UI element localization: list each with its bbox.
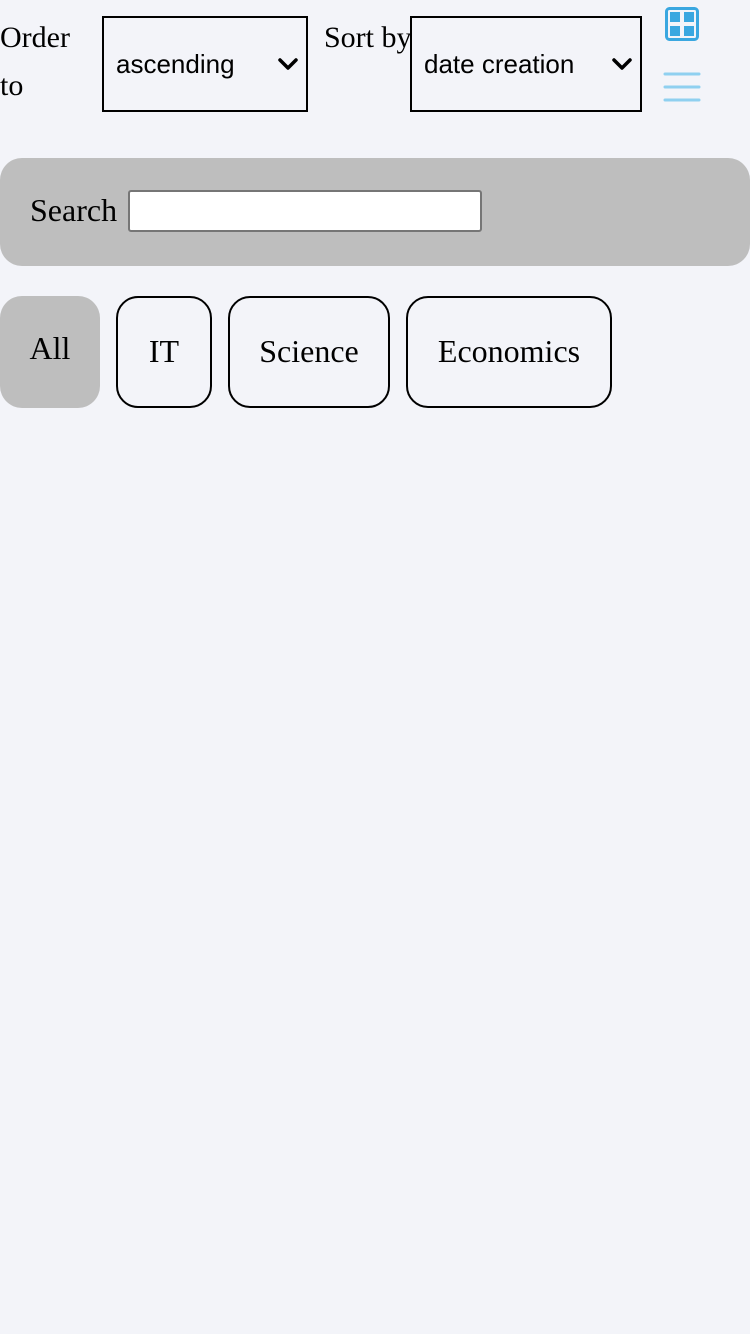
sort-select-value: date creation bbox=[424, 49, 575, 79]
search-label: Search bbox=[30, 192, 118, 228]
filter-chip-science[interactable]: Science bbox=[228, 296, 390, 408]
list-icon[interactable] bbox=[663, 70, 701, 104]
category-filters: All IT Science Economics bbox=[0, 296, 750, 408]
order-select[interactable]: ascending bbox=[102, 16, 308, 112]
order-label: Order to bbox=[0, 21, 70, 102]
chevron-down-icon bbox=[278, 58, 298, 70]
sort-select[interactable]: date creation bbox=[410, 16, 642, 112]
filter-chip-all[interactable]: All bbox=[0, 296, 100, 408]
search-input[interactable] bbox=[128, 190, 482, 232]
order-select-value: ascending bbox=[116, 49, 235, 79]
sort-label: Sort by bbox=[324, 21, 412, 54]
grid-icon[interactable] bbox=[665, 7, 699, 41]
filter-chip-it[interactable]: IT bbox=[116, 296, 212, 408]
toolbar: Order to ascending Sort by date creation bbox=[0, 0, 750, 140]
filter-chip-economics[interactable]: Economics bbox=[406, 296, 612, 408]
chevron-down-icon bbox=[612, 58, 632, 70]
search-panel: Search bbox=[0, 158, 750, 266]
